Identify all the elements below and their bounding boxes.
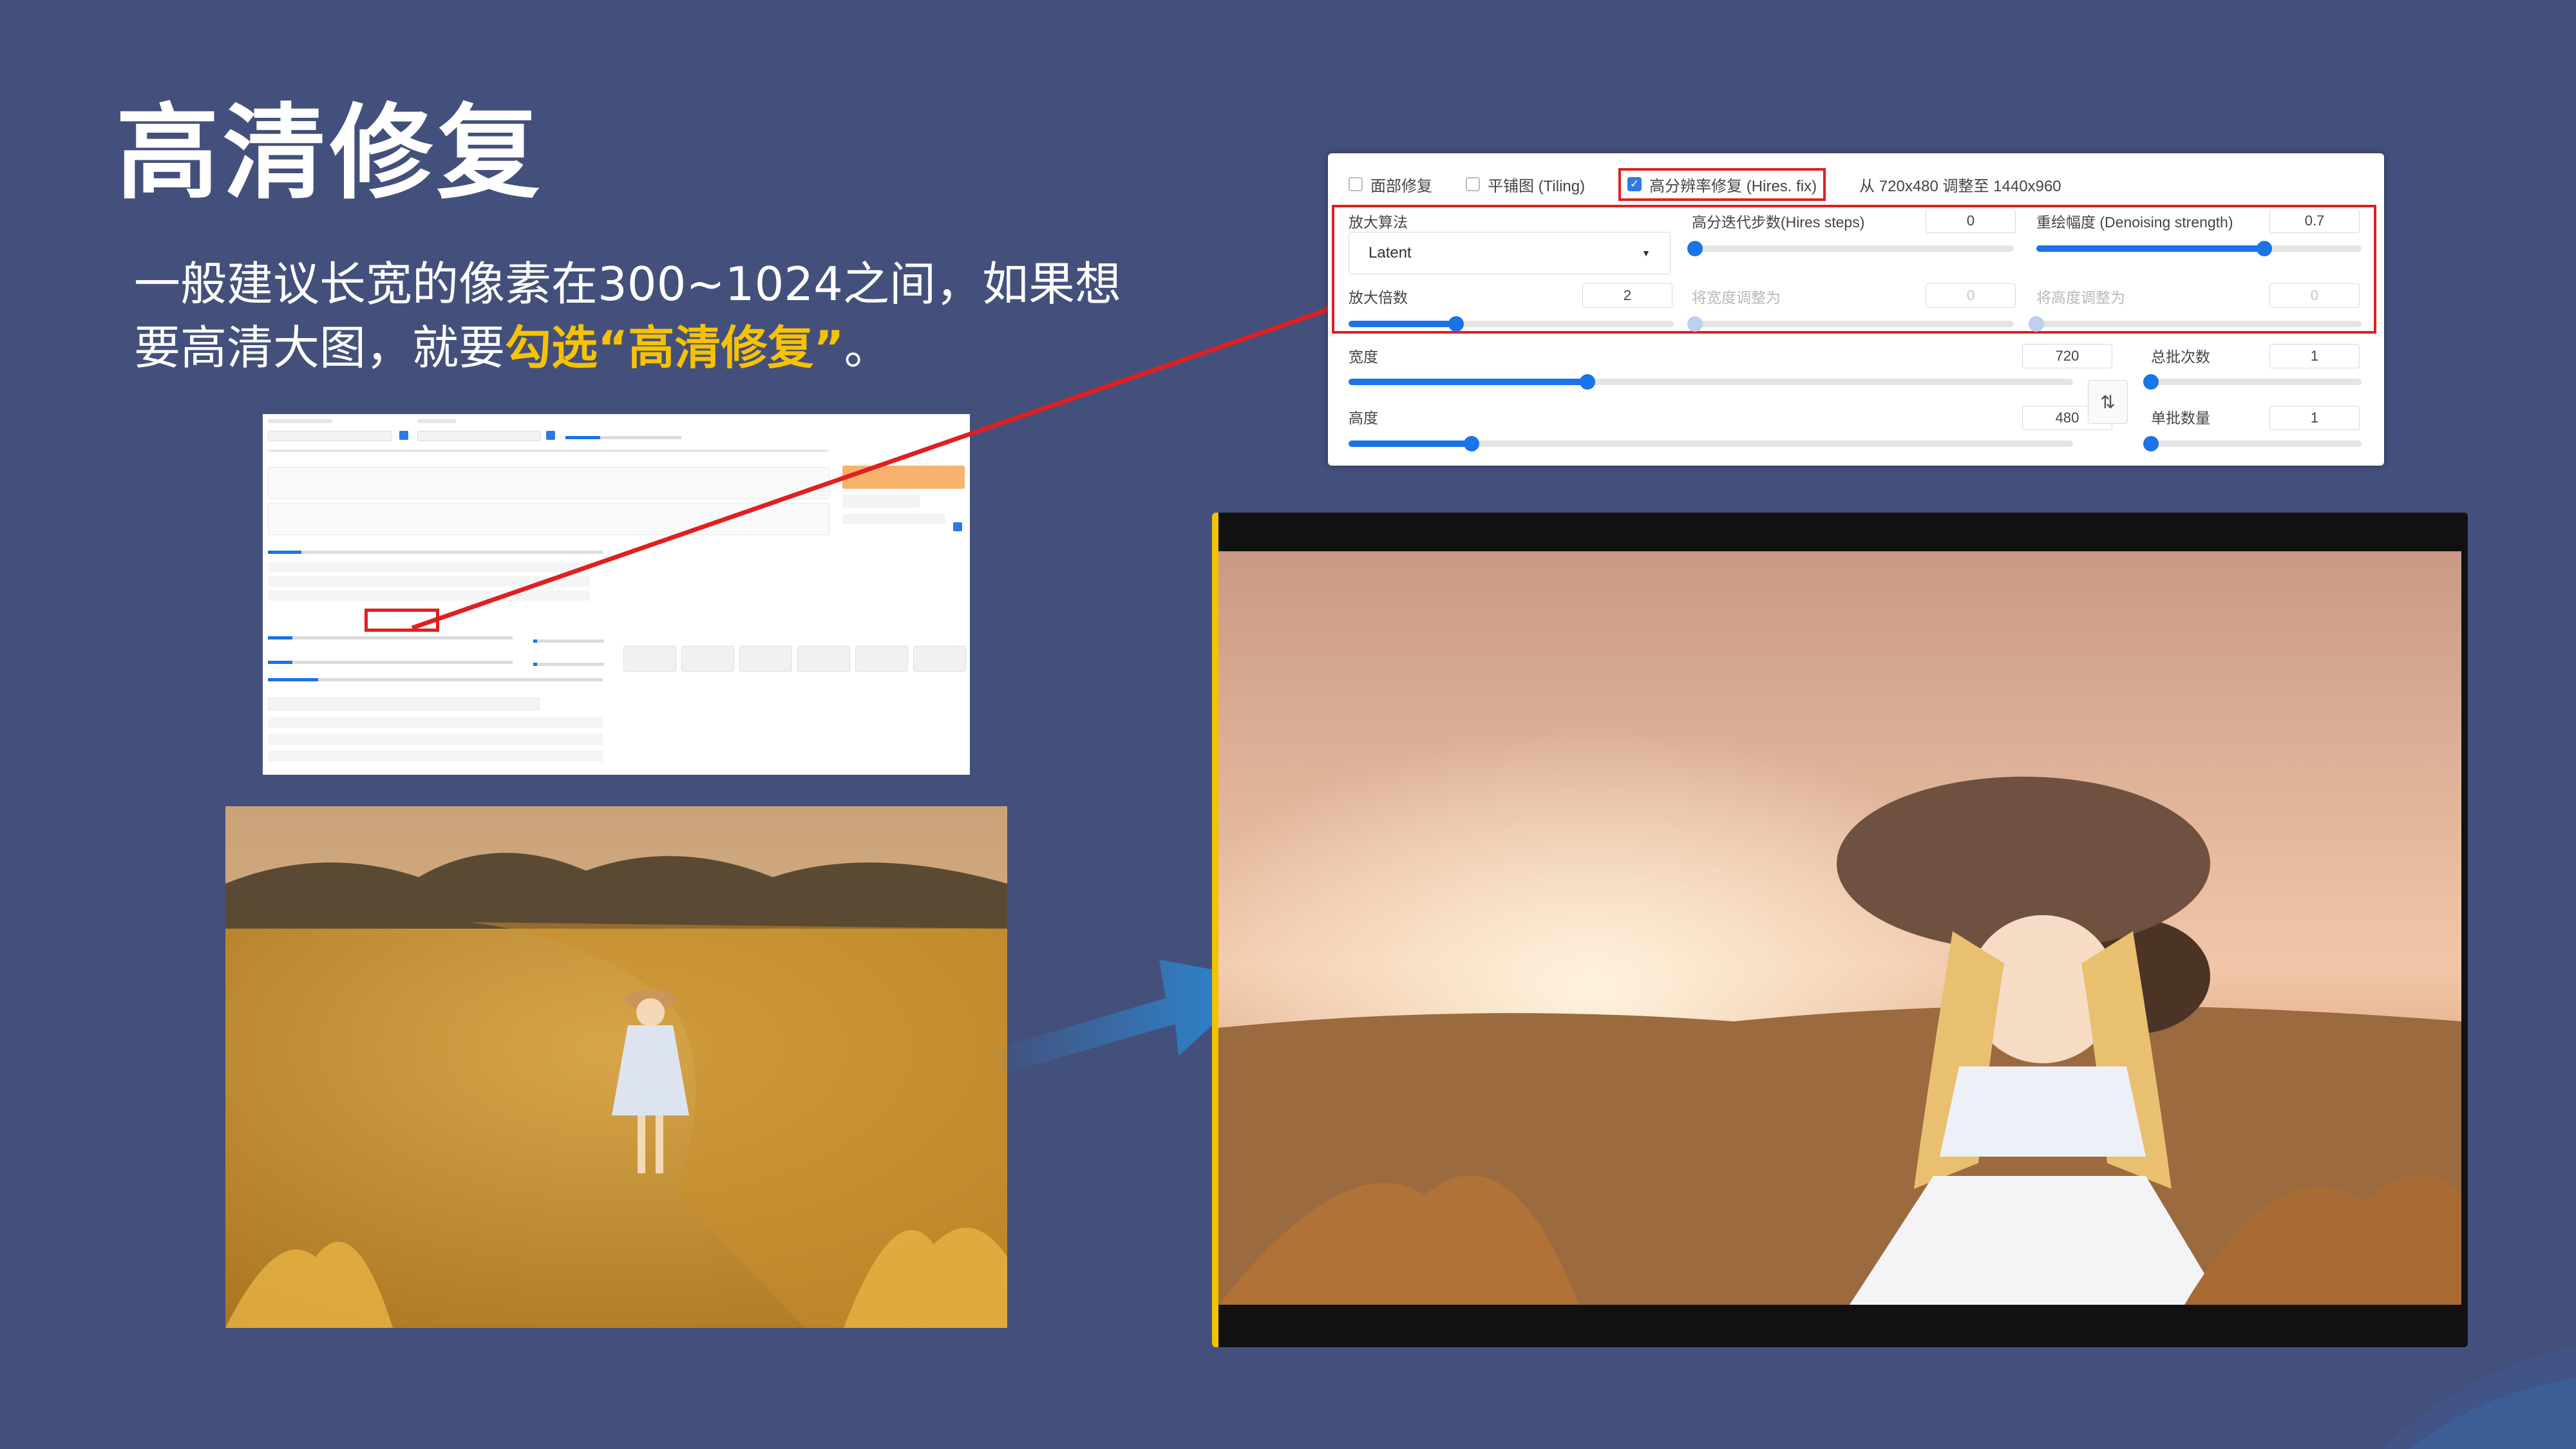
batch-count-label: 总批次数: [2151, 348, 2210, 365]
upscale-by-label: 放大倍数: [1349, 289, 1408, 306]
denoising-label: 重绘幅度 (Denoising strength): [2036, 214, 2233, 231]
hires-fix-checkbox[interactable]: ✓ 高分辨率修复 (Hires. fix): [1618, 167, 1826, 201]
height-label: 高度: [1349, 410, 1378, 426]
batch-count-slider[interactable]: [2143, 374, 2362, 390]
batch-size-slider[interactable]: [2143, 436, 2362, 451]
face-restore-label: 面部修复: [1370, 177, 1432, 195]
slider-handle[interactable]: [1687, 316, 1703, 332]
slider-handle[interactable]: [1464, 436, 1480, 451]
batch-size-label: 单批数量: [2151, 410, 2210, 426]
batch-size-input[interactable]: 1: [2269, 406, 2360, 430]
width-label: 宽度: [1349, 348, 1378, 365]
check-icon: ✓: [1627, 177, 1642, 191]
width-input[interactable]: 720: [2022, 344, 2112, 368]
hires-fix-label: 高分辨率修复 (Hires. fix): [1649, 177, 1817, 195]
hires-settings-panel: 面部修复 平铺图 (Tiling) ✓ 高分辨率修复 (Hires. fix) 从…: [1328, 153, 2384, 466]
slider-handle[interactable]: [1448, 316, 1464, 332]
slider-handle[interactable]: [2029, 316, 2044, 332]
checkbox-icon: [1349, 177, 1363, 191]
upscaler-value: Latent: [1368, 244, 1412, 261]
upscale-by-input[interactable]: 2: [1582, 283, 1672, 308]
swap-dimensions-button[interactable]: ⇅: [2088, 380, 2128, 424]
width-slider[interactable]: [1349, 374, 2073, 390]
resize-width-slider[interactable]: [1687, 316, 2014, 332]
resize-height-label: 将高度调整为: [2036, 289, 2125, 306]
hires-steps-label: 高分迭代步数(Hires steps): [1692, 214, 1865, 231]
resize-height-slider[interactable]: [2029, 316, 2362, 332]
batch-count-input[interactable]: 1: [2269, 344, 2360, 368]
upscaler-dropdown[interactable]: Latent ▼: [1349, 232, 1671, 274]
hires-steps-slider[interactable]: [1687, 241, 2014, 256]
slider-handle[interactable]: [1687, 241, 1703, 256]
hires-result-image: [1212, 513, 2468, 1347]
resize-height-input[interactable]: 0: [2269, 283, 2360, 308]
resize-width-input[interactable]: 0: [1926, 283, 2016, 308]
denoising-input[interactable]: 0.7: [2269, 209, 2360, 233]
upscale-by-slider[interactable]: [1349, 316, 1674, 332]
scale-info: 从 720x480 调整至 1440x960: [1859, 177, 2061, 195]
chevron-down-icon: ▼: [1642, 248, 1651, 258]
checkbox-icon: [1466, 177, 1480, 191]
hires-steps-input[interactable]: 0: [1926, 209, 2016, 233]
slider-handle[interactable]: [2256, 241, 2272, 256]
slider-handle[interactable]: [1580, 374, 1596, 390]
denoising-slider[interactable]: [2036, 241, 2362, 256]
tiling-label: 平铺图 (Tiling): [1488, 177, 1586, 195]
face-restore-checkbox[interactable]: 面部修复: [1349, 173, 1432, 196]
upscaler-label: 放大算法: [1349, 214, 1408, 231]
decorative-wave: [2383, 1346, 2576, 1449]
options-row: 面部修复 平铺图 (Tiling) ✓ 高分辨率修复 (Hires. fix) 从…: [1349, 165, 2371, 204]
tiling-checkbox[interactable]: 平铺图 (Tiling): [1466, 173, 1585, 196]
slider-handle[interactable]: [2143, 436, 2159, 451]
height-slider[interactable]: [1349, 436, 2073, 451]
swap-vertical-icon: ⇅: [2100, 392, 2116, 412]
lowres-result-image: [225, 806, 1007, 1328]
slider-handle[interactable]: [2143, 374, 2159, 390]
resize-width-label: 将宽度调整为: [1692, 289, 1781, 306]
